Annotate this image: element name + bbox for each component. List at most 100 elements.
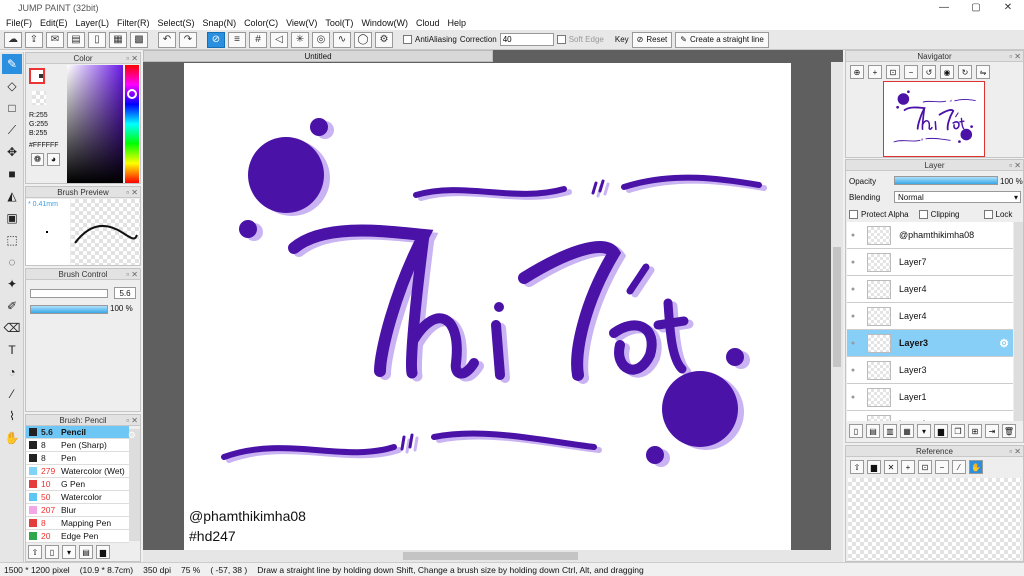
rotate-left-icon[interactable]: ↺: [922, 65, 936, 79]
layer-opacity-slider[interactable]: [894, 176, 998, 185]
create-straight-line-button[interactable]: ✎ Create a straight line: [675, 31, 769, 48]
rectangle-tool-icon[interactable]: □: [2, 98, 22, 118]
menu-view[interactable]: View(V): [282, 18, 321, 28]
layer-row[interactable]: ● Layer7: [847, 249, 1013, 276]
protect-alpha-checkbox[interactable]: [849, 210, 858, 219]
hue-slider[interactable]: [125, 65, 139, 183]
zoom-fit-icon[interactable]: ⊕: [850, 65, 864, 79]
layer-folder-icon[interactable]: ▆: [934, 424, 948, 438]
line-tool-icon[interactable]: ⟋: [2, 120, 22, 140]
select-pen-icon[interactable]: ✐: [2, 296, 22, 316]
menu-tool[interactable]: Tool(T): [321, 18, 357, 28]
swap-color-icon[interactable]: [39, 74, 43, 78]
bucket-tool-icon[interactable]: ◭: [2, 186, 22, 206]
brush-dropdown-icon[interactable]: ▾: [62, 545, 76, 559]
magic-wand-icon[interactable]: ✦: [2, 274, 22, 294]
balloon-tool-icon[interactable]: ◔: [2, 362, 22, 382]
visibility-icon[interactable]: ●: [847, 259, 859, 266]
navigator-thumbnail[interactable]: [883, 81, 985, 157]
menu-snap[interactable]: Snap(N): [199, 18, 241, 28]
perspective-icon[interactable]: ◁: [270, 31, 288, 48]
curve-icon[interactable]: ∿: [333, 31, 351, 48]
document-icon[interactable]: ▦: [109, 31, 127, 48]
close-button[interactable]: ✕: [992, 2, 1024, 13]
brush-item[interactable]: 8 Pen (Sharp): [26, 439, 129, 452]
upload-icon[interactable]: ⇪: [25, 31, 43, 48]
panel-close-icon[interactable]: ▫ ✕: [126, 53, 138, 64]
undo-icon[interactable]: ↶: [158, 31, 176, 48]
gradient-tool-icon[interactable]: ▣: [2, 208, 22, 228]
antialias-checkbox[interactable]: [403, 35, 412, 44]
layer-row[interactable]: ● Layer3 ⚙: [847, 330, 1013, 357]
ref-open-icon[interactable]: ▆: [867, 460, 881, 474]
tab-untitled[interactable]: Untitled: [143, 50, 493, 62]
no-ruler-icon[interactable]: ⊘: [207, 31, 225, 48]
layer-row[interactable]: ● Layer1: [847, 384, 1013, 411]
minimize-button[interactable]: —: [928, 2, 960, 13]
brush-item[interactable]: 8 Pen: [26, 452, 129, 465]
fill-rect-tool-icon[interactable]: ■: [2, 164, 22, 184]
visibility-icon[interactable]: ●: [847, 340, 859, 347]
brush-doc-icon[interactable]: ▤: [79, 545, 93, 559]
add-brush-icon[interactable]: ⇧: [28, 545, 42, 559]
brush-item[interactable]: 8 Mapping Pen: [26, 517, 129, 530]
visibility-icon[interactable]: ●: [847, 286, 859, 293]
parallel-lines-icon[interactable]: ≡: [228, 31, 246, 48]
grid-icon[interactable]: #: [249, 31, 267, 48]
layer-row[interactable]: ● Layer4: [847, 303, 1013, 330]
new-halftone-layer-icon[interactable]: ▦: [900, 424, 914, 438]
brush-tool-icon[interactable]: ✎: [2, 54, 22, 74]
ref-dropper-icon[interactable]: ⁄: [952, 460, 966, 474]
page-icon[interactable]: ▯: [88, 31, 106, 48]
brush-item[interactable]: 50 Watercolor: [26, 491, 129, 504]
reset-button[interactable]: ⊘ Reset: [631, 31, 673, 48]
zoom-out-icon[interactable]: −: [904, 65, 918, 79]
hand-tool-icon[interactable]: ✋: [2, 428, 22, 448]
select-eraser-icon[interactable]: ⌫: [2, 318, 22, 338]
panel-close-icon[interactable]: ▫ ✕: [126, 269, 138, 280]
text-tool-icon[interactable]: T: [2, 340, 22, 360]
new-8bit-layer-icon[interactable]: ▤: [866, 424, 880, 438]
concentric-icon[interactable]: ◎: [312, 31, 330, 48]
transparent-swatch[interactable]: [32, 91, 46, 105]
radial-icon[interactable]: ✳: [291, 31, 309, 48]
blending-select[interactable]: Normal ▾: [894, 191, 1021, 203]
brush-item[interactable]: 5.6 Pencil: [26, 426, 129, 439]
menu-cloud[interactable]: Cloud: [412, 18, 444, 28]
brush-opacity-slider[interactable]: [30, 305, 108, 314]
ref-zoom-in-icon[interactable]: +: [901, 460, 915, 474]
brush-item[interactable]: 20 Edge Pen: [26, 530, 129, 543]
flip-icon[interactable]: ⇋: [976, 65, 990, 79]
brush-item[interactable]: 207 Blur: [26, 504, 129, 517]
layer-row[interactable]: ● Layer3: [847, 357, 1013, 384]
correction-input[interactable]: [499, 33, 554, 46]
ref-close-icon[interactable]: ✕: [884, 460, 898, 474]
select-rect-icon[interactable]: ⬚: [2, 230, 22, 250]
layer-row[interactable]: ● @phamthikimha08: [847, 222, 1013, 249]
grid-doc-icon[interactable]: ▩: [130, 31, 148, 48]
panel-close-icon[interactable]: ▫ ✕: [126, 187, 138, 198]
menu-layer[interactable]: Layer(L): [72, 18, 114, 28]
layer-scrollbar[interactable]: [1014, 222, 1023, 421]
eraser-tool-icon[interactable]: ◇: [2, 76, 22, 96]
lock-checkbox[interactable]: [983, 210, 993, 219]
color-settings-icon[interactable]: ◕: [47, 153, 60, 166]
ref-hand-icon[interactable]: ✋: [969, 460, 983, 474]
settings-icon[interactable]: ⚙: [375, 31, 393, 48]
brush-size-value[interactable]: 5.6: [114, 287, 136, 299]
brush-folder-icon[interactable]: ▆: [96, 545, 110, 559]
menu-window[interactable]: Window(W): [357, 18, 412, 28]
vertical-scrollbar[interactable]: [831, 62, 843, 550]
menu-select[interactable]: Select(S): [154, 18, 199, 28]
duplicate-layer-icon[interactable]: ❐: [951, 424, 965, 438]
zoom-actual-icon[interactable]: ⊡: [886, 65, 900, 79]
visibility-icon[interactable]: ●: [847, 394, 859, 401]
layer-row[interactable]: ● Layer4: [847, 276, 1013, 303]
rotate-reset-icon[interactable]: ◉: [940, 65, 954, 79]
layer-row[interactable]: ● Layer1: [847, 411, 1013, 421]
layer-menu-icon[interactable]: ▾: [917, 424, 931, 438]
hue-handle[interactable]: [127, 89, 137, 99]
new-layer-icon[interactable]: ▯: [849, 424, 863, 438]
drawing-canvas[interactable]: @phamthikimha08 #hd247: [184, 63, 791, 550]
brush-size-slider[interactable]: [30, 289, 108, 298]
